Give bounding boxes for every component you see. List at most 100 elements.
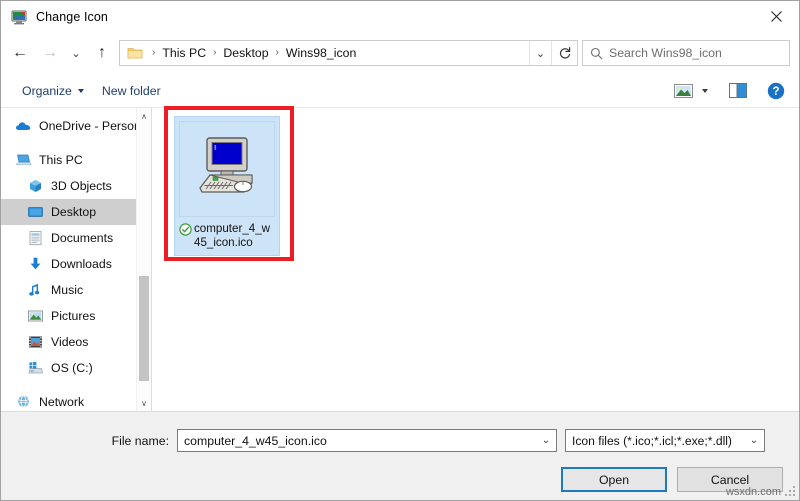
sidebar-item-desktop[interactable]: Desktop [1, 199, 151, 225]
documents-icon [27, 230, 44, 246]
preview-pane-icon [729, 83, 747, 98]
sidebar-item-this-pc[interactable]: This PC [1, 147, 151, 173]
svg-text:?: ? [772, 86, 779, 98]
sidebar-item-3d-objects[interactable]: 3D Objects [1, 173, 151, 199]
sidebar-item-documents[interactable]: Documents [1, 225, 151, 251]
back-arrow-icon: ← [12, 44, 28, 61]
up-button[interactable]: ↑ [87, 38, 117, 68]
file-name-label-static: File name: [111, 433, 169, 448]
sidebar-item-label: This PC [39, 153, 83, 167]
network-icon [15, 394, 32, 410]
address-dropdown-button[interactable]: ⌄ [529, 41, 551, 65]
search-box[interactable]: Search Wins98_icon [582, 40, 790, 66]
sidebar-item-videos[interactable]: Videos [1, 329, 151, 355]
chevron-down-icon: ⌄ [71, 47, 81, 60]
sidebar-item-label: Network [39, 395, 85, 409]
sidebar-item-os-drive[interactable]: OS (C:) [1, 355, 151, 381]
this-pc-icon [15, 152, 32, 168]
search-input[interactable]: Search Wins98_icon [609, 46, 722, 60]
breadcrumb-item-this-pc[interactable]: This PC [160, 46, 208, 60]
breadcrumb-separator: › [275, 47, 279, 58]
file-type-select[interactable]: Icon files (*.ico;*.icl;*.exe;*.dll) ⌄ [565, 429, 765, 452]
sidebar-item-onedrive[interactable]: OneDrive - Person [1, 113, 151, 139]
pictures-icon [27, 308, 44, 324]
breadcrumb-item-desktop[interactable]: Desktop [221, 46, 270, 60]
breadcrumb-separator: › [213, 47, 217, 58]
file-name-row: File name: computer_4_w45_icon.ico ⌄ Ico… [1, 429, 799, 452]
sidebar-item-label: 3D Objects [51, 179, 112, 193]
organize-button[interactable]: Organize [13, 80, 93, 102]
change-icon-dialog: Change Icon ← → ⌄ ↑ › This PC › Desktop … [0, 0, 800, 501]
music-icon [27, 282, 44, 298]
scrollbar-thumb[interactable] [139, 276, 149, 381]
sidebar-item-label: Music [51, 283, 84, 297]
forward-button[interactable]: → [35, 38, 65, 68]
scroll-up-button[interactable]: ∧ [137, 108, 151, 124]
monitor-icon [11, 9, 27, 25]
breadcrumb-item-wins98-icon[interactable]: Wins98_icon [284, 46, 358, 60]
breadcrumb-separator: › [152, 47, 156, 58]
file-label-row: computer_4_w45_icon.ico [177, 222, 277, 250]
view-dropdown-button[interactable] [697, 79, 713, 103]
file-type-value: Icon files (*.ico;*.icl;*.exe;*.dll) [572, 433, 732, 448]
dialog-body: OneDrive - Person This PC 3D Objects Des… [1, 106, 799, 411]
refresh-button[interactable] [551, 41, 577, 65]
sidebar-item-label: OS (C:) [51, 361, 93, 375]
back-button[interactable]: ← [5, 38, 35, 68]
file-list-pane[interactable]: computer_4_w45_icon.ico [151, 106, 799, 411]
sidebar-item-pictures[interactable]: Pictures [1, 303, 151, 329]
watermark-label: wsxdn.com [725, 486, 781, 498]
resize-grip[interactable] [785, 486, 797, 498]
preview-pane-button[interactable] [723, 79, 753, 103]
new-folder-button[interactable]: New folder [93, 80, 170, 102]
sidebar-item-label: OneDrive - Person [39, 119, 141, 133]
search-icon [583, 47, 609, 60]
title-bar: Change Icon [1, 1, 799, 32]
scroll-down-button[interactable]: ∨ [137, 395, 151, 411]
sidebar-item-label: Pictures [51, 309, 96, 323]
file-name-input[interactable]: computer_4_w45_icon.ico ⌄ [177, 429, 557, 452]
organize-label: Organize [22, 83, 72, 98]
chevron-down-icon [702, 88, 708, 93]
up-arrow-icon: ↑ [98, 44, 106, 61]
sidebar-item-label: Desktop [51, 205, 97, 219]
recent-locations-button[interactable]: ⌄ [65, 38, 87, 68]
3d-objects-icon [27, 178, 44, 194]
forward-arrow-icon: → [42, 44, 58, 61]
sidebar-item-network[interactable]: Network [1, 389, 151, 411]
onedrive-cloud-icon [15, 118, 32, 134]
sidebar-scrollbar[interactable]: ∧ ∨ [136, 108, 151, 411]
file-name-label: computer_4_w45_icon.ico [194, 222, 271, 249]
dialog-footer: File name: computer_4_w45_icon.ico ⌄ Ico… [1, 411, 799, 500]
help-icon: ? [767, 82, 785, 99]
sidebar-item-label: Downloads [51, 257, 112, 271]
close-button[interactable] [753, 1, 799, 31]
sidebar-item-label: Videos [51, 335, 89, 349]
window-title: Change Icon [36, 9, 108, 24]
file-name-value[interactable]: computer_4_w45_icon.ico [178, 434, 536, 448]
downloads-icon [27, 256, 44, 272]
view-thumbnails-icon [673, 83, 693, 98]
change-view-button[interactable] [669, 79, 697, 103]
sidebar-item-downloads[interactable]: Downloads [1, 251, 151, 277]
command-bar: Organize New folder ? [1, 74, 799, 108]
address-bar[interactable]: › This PC › Desktop › Wins98_icon ⌄ [119, 40, 578, 66]
navigation-bar: ← → ⌄ ↑ › This PC › Desktop › Wins98_ico… [1, 32, 799, 74]
os-drive-icon [27, 360, 44, 376]
desktop-icon [27, 204, 44, 220]
refresh-icon [559, 47, 570, 59]
open-button[interactable]: Open [561, 467, 667, 492]
new-folder-label: New folder [101, 83, 161, 98]
sidebar-item-label: Documents [51, 231, 114, 245]
videos-icon [27, 334, 44, 350]
list-item[interactable]: computer_4_w45_icon.ico [174, 116, 280, 256]
green-check-icon [179, 223, 192, 236]
chevron-down-icon[interactable]: ⌄ [744, 435, 764, 446]
help-button[interactable]: ? [761, 79, 791, 103]
file-thumbnail [179, 121, 275, 217]
chevron-down-icon [77, 88, 84, 93]
chevron-down-icon[interactable]: ⌄ [536, 435, 556, 446]
navigation-pane: OneDrive - Person This PC 3D Objects Des… [1, 108, 151, 411]
sidebar-item-music[interactable]: Music [1, 277, 151, 303]
